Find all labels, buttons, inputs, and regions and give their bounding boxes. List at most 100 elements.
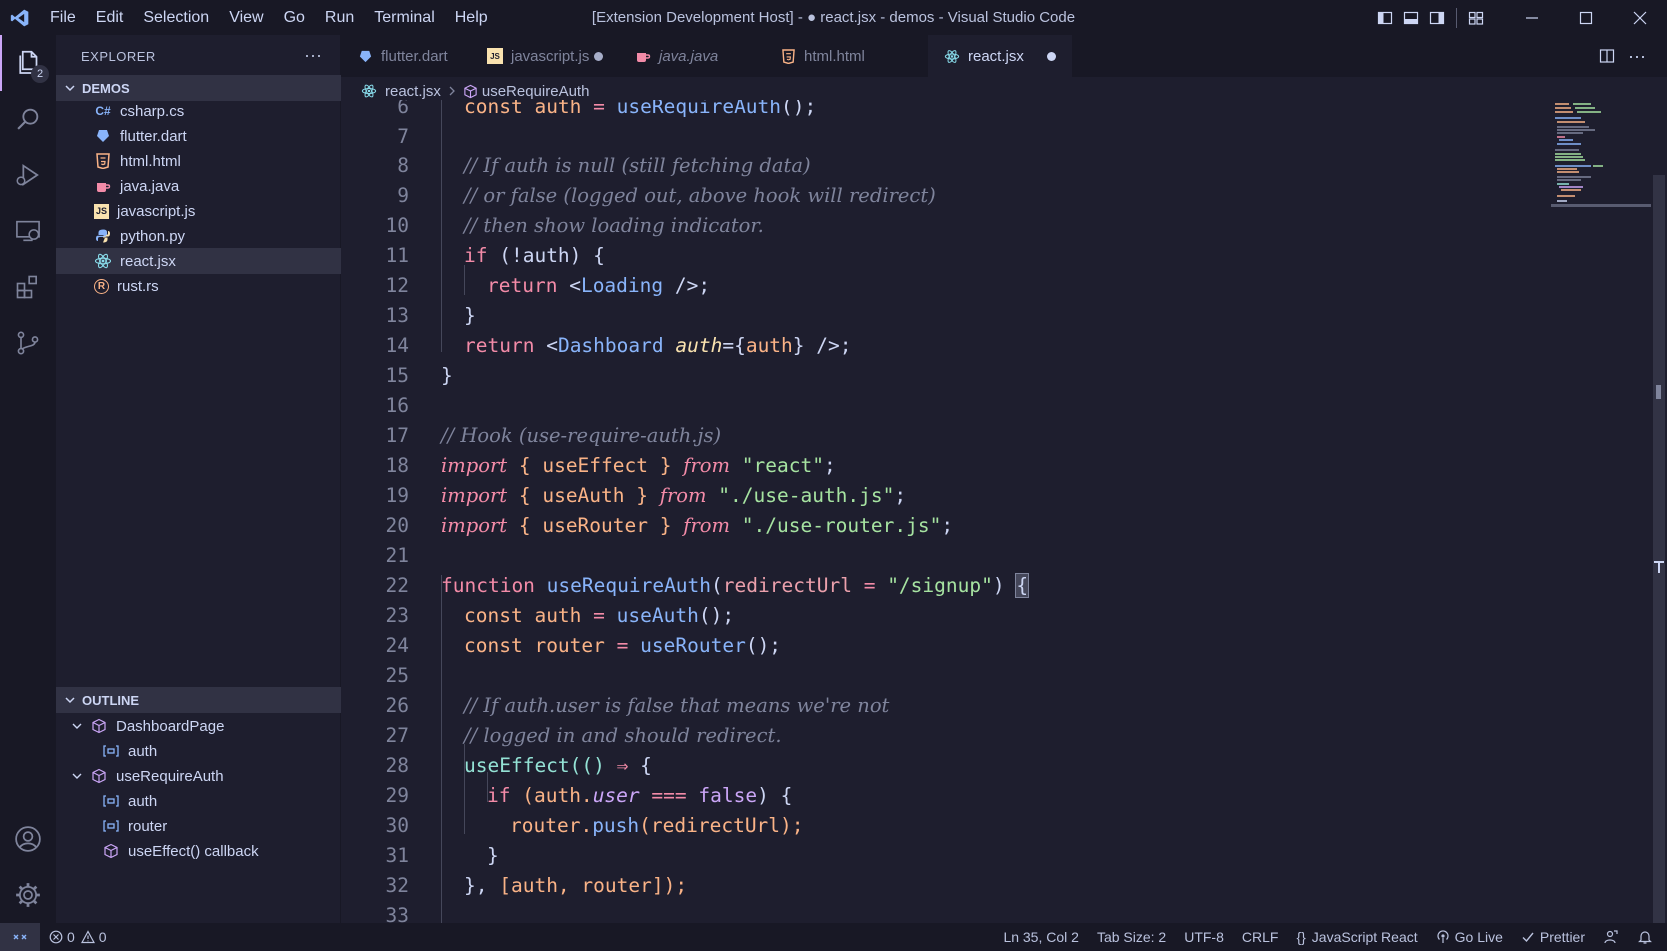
toggle-secondary-sidebar-icon[interactable]	[1424, 0, 1450, 35]
react-icon	[94, 252, 112, 270]
remote-indicator[interactable]	[0, 923, 40, 951]
file-label: javascript.js	[117, 202, 196, 220]
gear-icon	[16, 883, 40, 907]
end-of-line[interactable]: CRLF	[1233, 923, 1288, 951]
maximize-icon[interactable]	[1559, 0, 1613, 35]
customize-layout-icon[interactable]	[1463, 0, 1489, 35]
file-label: html.html	[120, 152, 181, 170]
scrollbar-thumb[interactable]	[1653, 175, 1665, 925]
problems-indicator[interactable]: 0 0	[40, 923, 116, 951]
code-line: 9// or false (logged out, above hook wil…	[397, 184, 936, 207]
run-debug-activity[interactable]	[0, 147, 56, 203]
sidebar-more-button[interactable]: ···	[304, 45, 322, 66]
code-line: 22 function useRequireAuth(redirectUrl = …	[385, 573, 1030, 598]
chevron-down-icon	[68, 767, 86, 785]
file-item-react[interactable]: react.jsx	[56, 248, 341, 274]
check-icon	[1522, 932, 1534, 943]
variable-icon	[102, 817, 120, 835]
csharp-icon: C#	[95, 104, 111, 118]
explorer-activity[interactable]: 2	[0, 35, 56, 91]
encoding[interactable]: UTF-8	[1175, 923, 1233, 951]
remote-explorer-icon	[16, 220, 40, 242]
menu-go[interactable]: Go	[274, 0, 315, 35]
outline-item-auth[interactable]: auth	[56, 738, 341, 764]
run-debug-icon	[16, 164, 39, 186]
menu-selection[interactable]: Selection	[133, 0, 219, 35]
notifications-button[interactable]	[1628, 923, 1667, 951]
go-live-label: Go Live	[1454, 929, 1503, 945]
title-controls	[1372, 0, 1667, 35]
file-label: flutter.dart	[120, 127, 187, 145]
outline-item-dashboardpage[interactable]: DashboardPage	[56, 713, 341, 739]
toggle-primary-sidebar-icon[interactable]	[1372, 0, 1398, 35]
feedback-button[interactable]	[1594, 923, 1628, 951]
cursor-position[interactable]: Ln 35, Col 2	[994, 923, 1088, 951]
file-item-flutter[interactable]: flutter.dart	[56, 123, 341, 149]
close-icon[interactable]	[1613, 0, 1667, 35]
breadcrumb-file[interactable]: react.jsx	[385, 83, 441, 100]
outline-item-auth-2[interactable]: auth	[56, 788, 341, 814]
tab-html-html[interactable]: html.html	[764, 35, 908, 77]
tab-java-java[interactable]: java.java	[619, 35, 764, 77]
tab-flutter-dart[interactable]: flutter.dart	[341, 35, 471, 77]
toggle-panel-icon[interactable]	[1398, 0, 1424, 35]
outline-label: auth	[128, 792, 158, 810]
minimap[interactable]	[1551, 100, 1651, 220]
language-mode[interactable]: {} JavaScript React	[1287, 923, 1426, 951]
bell-icon	[1638, 931, 1652, 944]
code-line: 11 if (!auth) {	[385, 244, 605, 267]
extensions-activity[interactable]	[0, 259, 56, 315]
menu-terminal[interactable]: Terminal	[364, 0, 444, 35]
tab-size[interactable]: Tab Size: 2	[1088, 923, 1175, 951]
error-icon	[49, 930, 63, 944]
chevron-right-icon	[447, 83, 457, 100]
remote-explorer-activity[interactable]	[0, 203, 56, 259]
manage-activity[interactable]	[0, 867, 56, 923]
outline-section[interactable]: OUTLINE	[56, 687, 341, 713]
outline-item-useeffect-callback[interactable]: useEffect() callback	[56, 838, 341, 864]
outline-title: OUTLINE	[82, 692, 140, 708]
tab-label: javascript.js	[511, 47, 590, 65]
menu-run[interactable]: Run	[315, 0, 364, 35]
go-live-button[interactable]: Go Live	[1427, 923, 1512, 951]
module-icon	[90, 767, 108, 785]
feedback-icon	[1604, 930, 1618, 944]
menu-file[interactable]: File	[40, 0, 86, 35]
menu-edit[interactable]: Edit	[86, 0, 134, 35]
file-item-rust[interactable]: R rust.rs	[56, 273, 341, 299]
source-control-activity[interactable]	[0, 315, 56, 371]
file-item-java[interactable]: java.java	[56, 173, 341, 199]
more-actions-icon[interactable]: ···	[1622, 35, 1652, 77]
code-editor[interactable]: 6 const auth = useRequireAuth(); 7 8// If…	[341, 100, 1551, 923]
code-line: 31}	[385, 844, 499, 867]
split-editor-icon[interactable]	[1592, 35, 1622, 77]
title-bar: File Edit Selection View Go Run Terminal…	[0, 0, 1667, 35]
module-icon	[102, 842, 120, 860]
tab-javascript-js[interactable]: JS javascript.js	[471, 35, 619, 77]
tab-react-jsx[interactable]: react.jsx	[928, 35, 1072, 77]
unsaved-dot-icon[interactable]	[594, 52, 603, 61]
outline-item-userequireauth[interactable]: useRequireAuth	[56, 763, 341, 789]
file-item-html[interactable]: html.html	[56, 148, 341, 174]
minimize-icon[interactable]	[1505, 0, 1559, 35]
source-control-icon	[17, 331, 39, 355]
outline-label: DashboardPage	[116, 717, 225, 735]
menu-view[interactable]: View	[219, 0, 273, 35]
breadcrumb-symbol[interactable]: useRequireAuth	[482, 83, 590, 100]
editor-scrollbar[interactable]	[1651, 100, 1667, 925]
tab-label: flutter.dart	[381, 47, 448, 65]
sidebar-title: EXPLORER	[81, 49, 156, 64]
menu-help[interactable]: Help	[445, 0, 498, 35]
accounts-activity[interactable]	[0, 811, 56, 867]
code-line: 21	[385, 544, 409, 567]
chevron-down-icon	[58, 694, 82, 706]
file-item-javascript[interactable]: JS javascript.js	[56, 198, 341, 224]
prettier-button[interactable]: Prettier	[1512, 923, 1594, 951]
search-activity[interactable]	[0, 91, 56, 147]
file-item-csharp[interactable]: C# csharp.cs	[56, 98, 341, 124]
outline-item-router[interactable]: router	[56, 813, 341, 839]
language-label: JavaScript React	[1311, 929, 1418, 945]
file-item-python[interactable]: python.py	[56, 223, 341, 249]
unsaved-dot-icon[interactable]	[1047, 52, 1056, 61]
code-line: 26// If auth.user is false that means we…	[385, 694, 890, 717]
